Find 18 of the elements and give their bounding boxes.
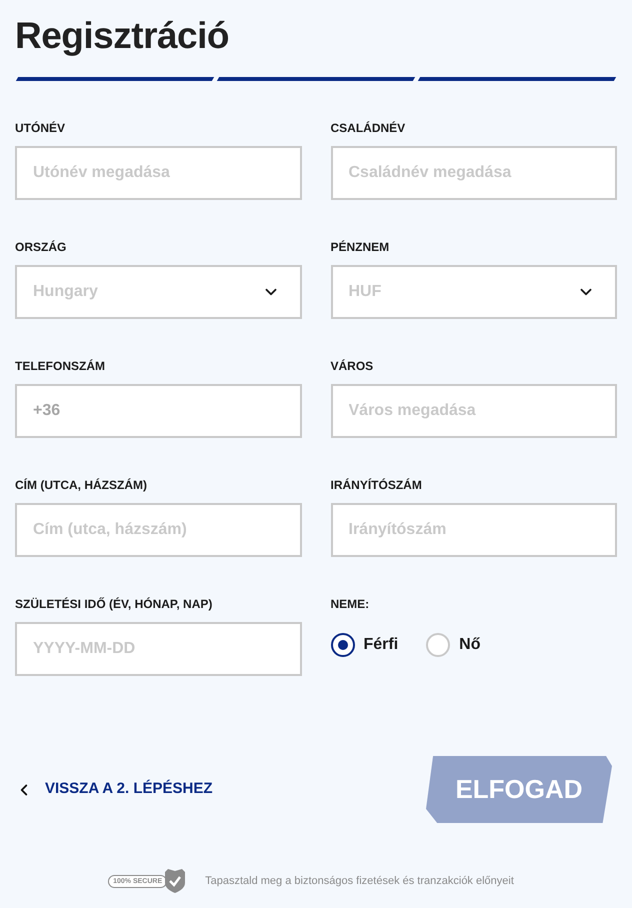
- input-field[interactable]: +36: [15, 384, 302, 438]
- footer-text: Tapasztald meg a biztonságos fizetések és tranzakciók előnyeit: [205, 874, 514, 889]
- field-label: VÁROS: [330, 359, 374, 373]
- page-title: Regisztráció: [15, 14, 230, 58]
- radio-button[interactable]: [330, 633, 354, 657]
- back-link[interactable]: VISSZA A 2. LÉPÉSHEZ: [15, 778, 213, 801]
- shield-check-icon: [165, 869, 186, 893]
- field-label: UTÓNÉV: [15, 121, 66, 135]
- radio-label: Férfi: [364, 635, 398, 655]
- field-label: NEME:: [330, 597, 370, 611]
- field-label: TELEFONSZÁM: [15, 359, 106, 373]
- radio-label: Nő: [459, 635, 480, 655]
- field-label: CÍM (UTCA, HÁZSZÁM): [15, 478, 148, 492]
- field-label: ORSZÁG: [15, 240, 68, 254]
- field-label: SZÜLETÉSI IDŐ (ÉV, HÓNAP, NAP): [15, 597, 214, 611]
- field-label: IRÁNYÍTÓSZÁM: [330, 478, 423, 492]
- field-label: CSALÁDNÉV: [330, 121, 406, 135]
- field-label: PÉNZNEM: [330, 240, 390, 254]
